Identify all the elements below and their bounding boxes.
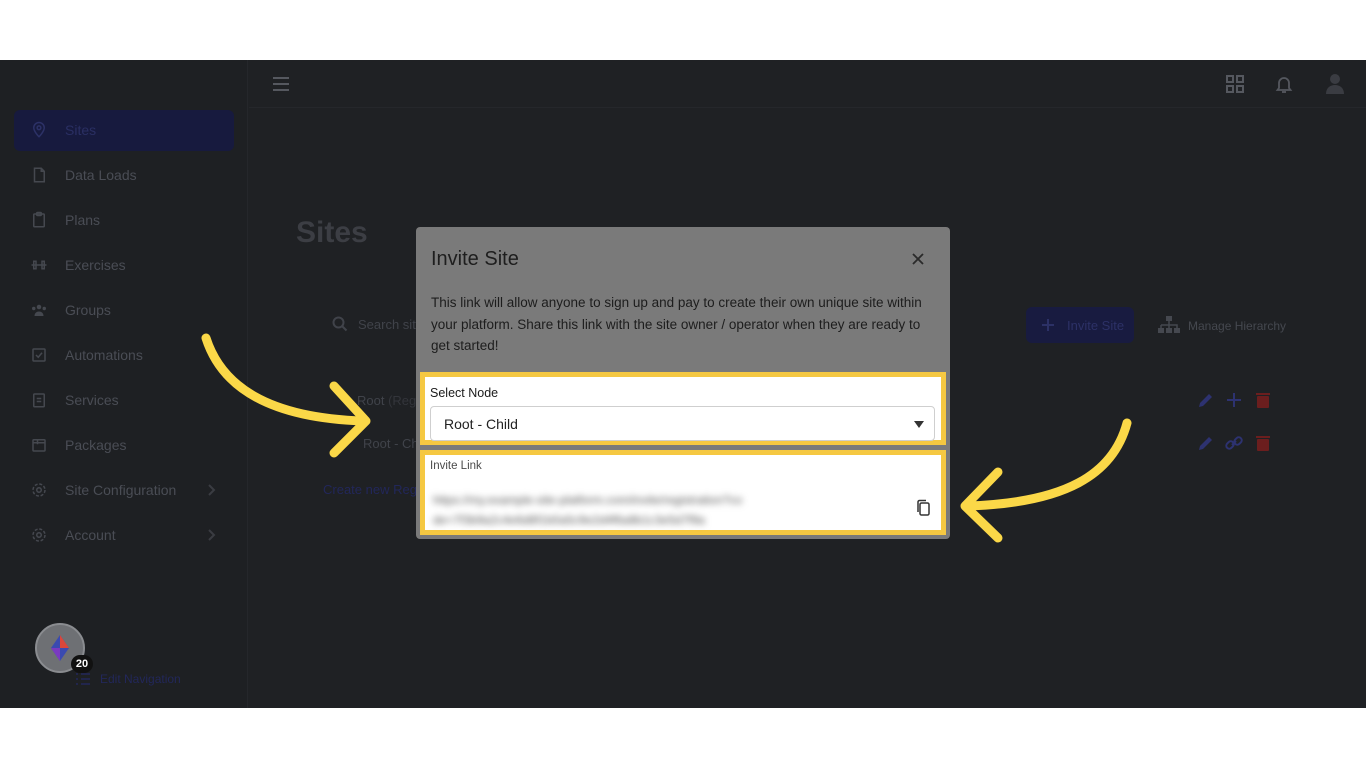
bell-icon[interactable] [1274,74,1294,94]
app-window: Sites Data Loads Plans Exercises Groups … [0,60,1366,708]
edit-pencil-icon[interactable] [1196,433,1216,453]
map-pin-icon [32,121,46,138]
invite-link-value[interactable]: https://my.example-site-platform.com/inv… [433,490,743,530]
sidebar-item-label: Account [65,527,116,543]
invite-link-label: Invite Link [430,460,482,472]
select-node-label: Select Node [430,386,499,400]
annotation-arrow-right-icon [960,418,1132,543]
copy-icon[interactable] [915,499,931,517]
invite-link-panel: Invite Link https://my.example-site-plat… [420,450,946,535]
sidebar-item-label: Sites [65,122,97,138]
hamburger-menu-icon[interactable] [271,74,291,94]
invite-site-label: Invite Site [1067,318,1125,333]
clipboard-list-icon [33,393,45,408]
sidebar-item-account[interactable]: Account [14,515,234,556]
chevron-right-icon [208,484,216,496]
sidebar-item-label: Exercises [65,257,126,273]
sidebar-item-data-loads[interactable]: Data Loads [14,155,234,196]
edit-pencil-icon[interactable] [1196,390,1216,410]
sidebar-item-label: Services [65,392,119,408]
sidebar-item-sites[interactable]: Sites [14,110,234,151]
modal-title: Invite Site [431,248,519,270]
checkbox-icon [32,348,46,362]
list-icon [76,673,90,685]
clipboard-icon [33,211,45,228]
dumbbell-icon [31,260,47,270]
delete-trash-icon[interactable] [1253,390,1273,410]
link-icon[interactable] [1224,433,1244,453]
sidebar-item-label: Site Configuration [65,482,177,498]
apps-grid-icon[interactable] [1225,74,1245,94]
close-icon[interactable] [910,251,926,267]
sidebar-item-exercises[interactable]: Exercises [14,245,234,286]
manage-hierarchy-label: Manage Hierarchy [1188,319,1287,333]
gear-icon [32,483,46,497]
modal-description: This link will allow anyone to sign up a… [431,295,922,353]
document-icon [33,167,45,183]
sidebar-item-label: Groups [65,302,111,318]
users-icon [32,304,46,316]
plus-icon [1042,319,1054,331]
annotation-arrow-left-icon [201,333,371,458]
manage-hierarchy-button[interactable]: Manage Hierarchy [1150,307,1300,343]
add-child-plus-icon[interactable] [1224,390,1244,410]
select-node-panel: Select Node Root - Child [420,372,946,445]
account-gear-icon [32,528,46,542]
edit-navigation-link[interactable]: Edit Navigation [100,672,181,686]
sidebar-item-groups[interactable]: Groups [14,290,234,331]
sidebar-item-label: Automations [65,347,143,363]
invite-site-modal: Invite Site This link will allow anyone … [416,227,950,539]
create-new-link[interactable]: Create new Regi [323,482,420,497]
select-node-value: Root - Child [444,416,518,432]
chevron-right-icon [208,529,216,541]
select-node-dropdown[interactable]: Root - Child [430,406,935,441]
package-icon [32,439,46,452]
invite-site-button[interactable]: Invite Site [1026,307,1134,343]
sidebar-item-plans[interactable]: Plans [14,200,234,241]
delete-trash-icon[interactable] [1253,433,1273,453]
hierarchy-icon [1158,316,1180,333]
sidebar-item-site-configuration[interactable]: Site Configuration [14,470,234,511]
top-bar [249,60,1366,108]
caret-down-icon [914,421,924,428]
user-avatar-icon[interactable] [1324,72,1346,94]
sidebar-item-label: Packages [65,437,127,453]
sidebar-item-label: Plans [65,212,101,228]
row-suffix: (Regi [388,393,420,408]
page-title: Sites [296,216,368,249]
sidebar-item-label: Data Loads [65,167,137,183]
notification-count-badge: 20 [71,655,93,673]
